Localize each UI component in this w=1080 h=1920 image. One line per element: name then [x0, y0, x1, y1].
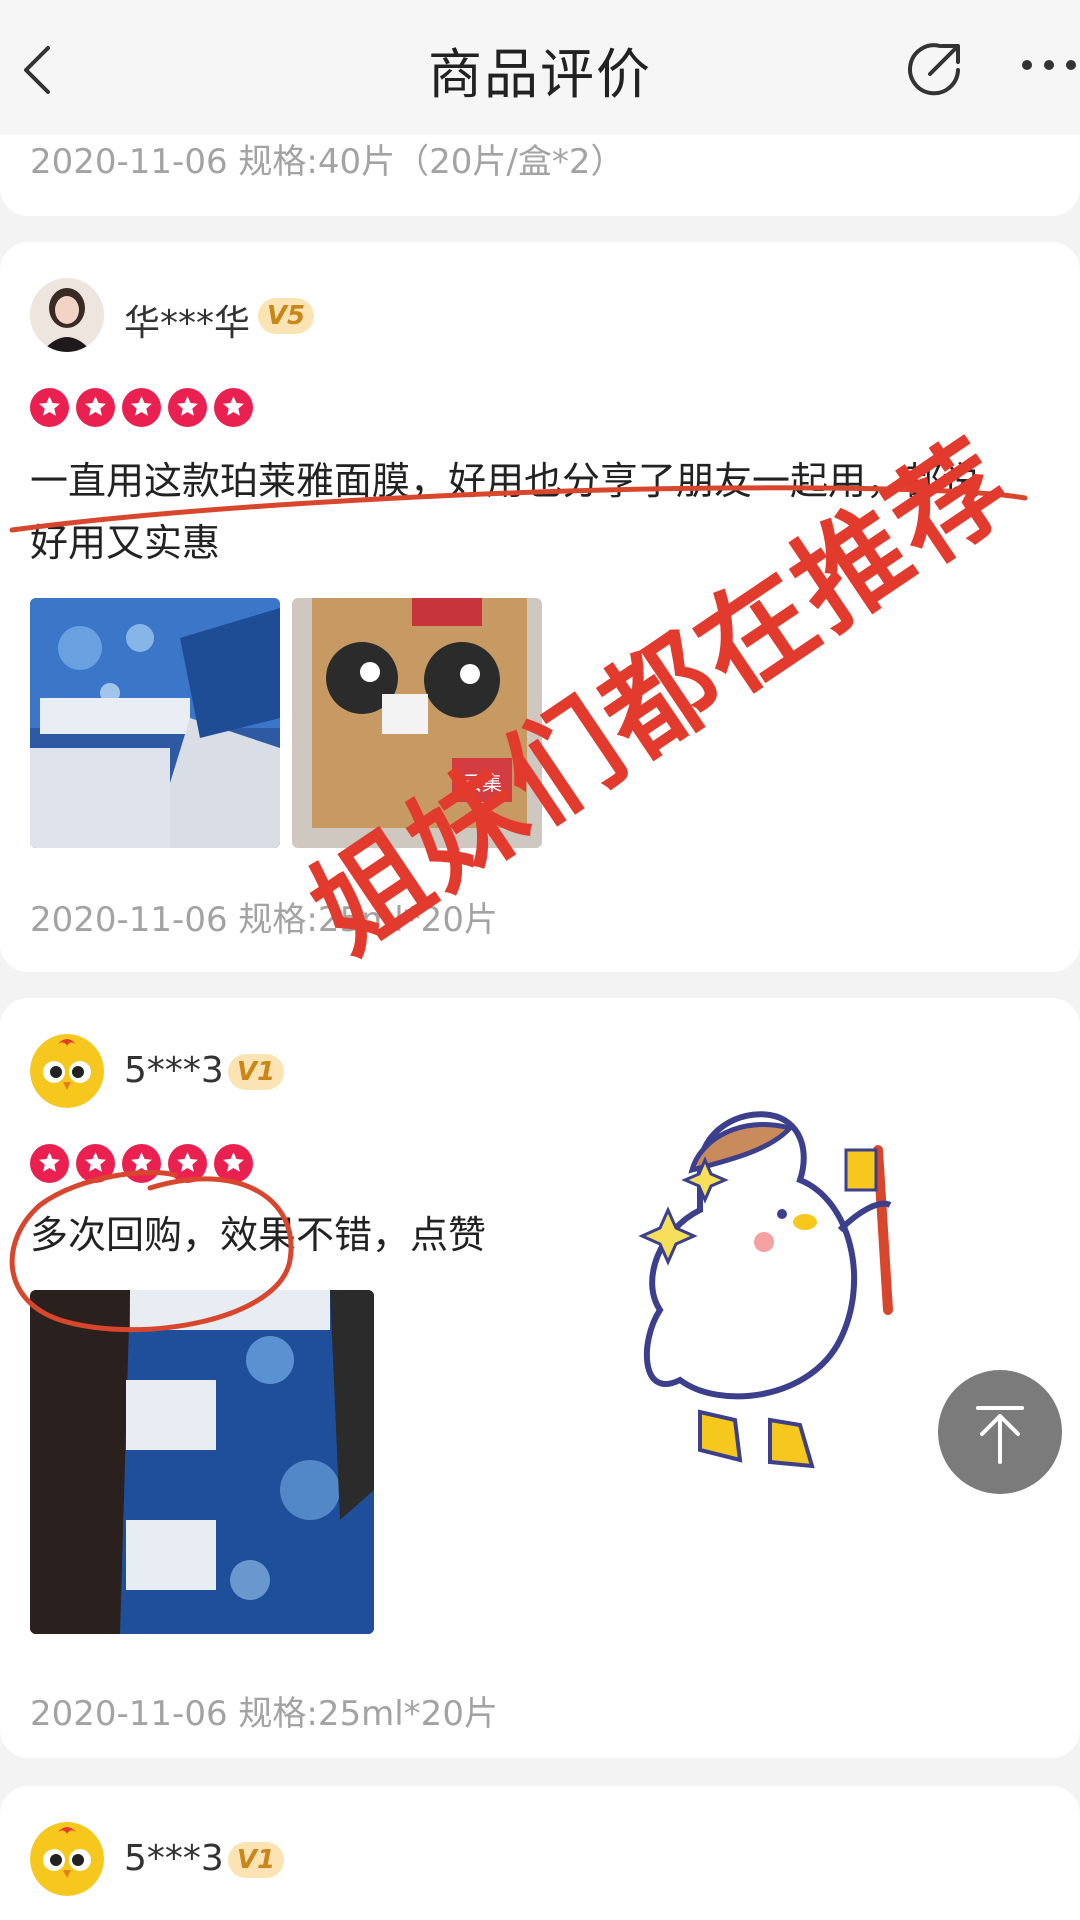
review-card: 5***3 V1 多次回购，效果不错，点赞 2020-11-06 规格:25ml… [0, 998, 1080, 1758]
vip-badge: V5 [258, 298, 314, 334]
star-icon [30, 388, 69, 427]
more-dots-icon [1022, 60, 1076, 70]
arrow-up-icon [976, 1406, 1024, 1464]
star-icon [122, 388, 161, 427]
star-icon [168, 1144, 207, 1183]
review-photo[interactable] [30, 598, 280, 848]
star-icon [76, 1144, 115, 1183]
share-button[interactable] [900, 34, 970, 104]
star-icon [30, 1144, 69, 1183]
star-icon [214, 1144, 253, 1183]
star-icon [214, 388, 253, 427]
scroll-to-top-button[interactable] [938, 1370, 1062, 1494]
avatar[interactable] [30, 1822, 104, 1896]
review-text: 多次回购，效果不错，点赞 [30, 1213, 487, 1257]
avatar[interactable] [30, 278, 104, 352]
review-meta: 2020-11-06 规格:40片（20片/盒*2） [30, 142, 625, 182]
star-rating [30, 388, 253, 428]
more-button[interactable] [1018, 50, 1080, 80]
review-card: 5***3 V1 [0, 1786, 1080, 1920]
avatar[interactable] [30, 1034, 104, 1108]
star-icon [76, 388, 115, 427]
username: 5***3 [124, 1050, 224, 1091]
review-photo[interactable] [30, 1290, 374, 1634]
star-rating [30, 1144, 253, 1184]
top-bar: 商品评价 [0, 0, 1080, 135]
star-icon [168, 388, 207, 427]
username: 5***3 [124, 1838, 224, 1879]
vip-badge: V1 [228, 1842, 284, 1878]
review-meta: 2020-11-06 规格:25ml*20片 [30, 1694, 498, 1734]
username: 华***华 [124, 303, 251, 344]
share-icon [908, 43, 960, 96]
vip-badge: V1 [228, 1054, 284, 1090]
star-icon [122, 1144, 161, 1183]
